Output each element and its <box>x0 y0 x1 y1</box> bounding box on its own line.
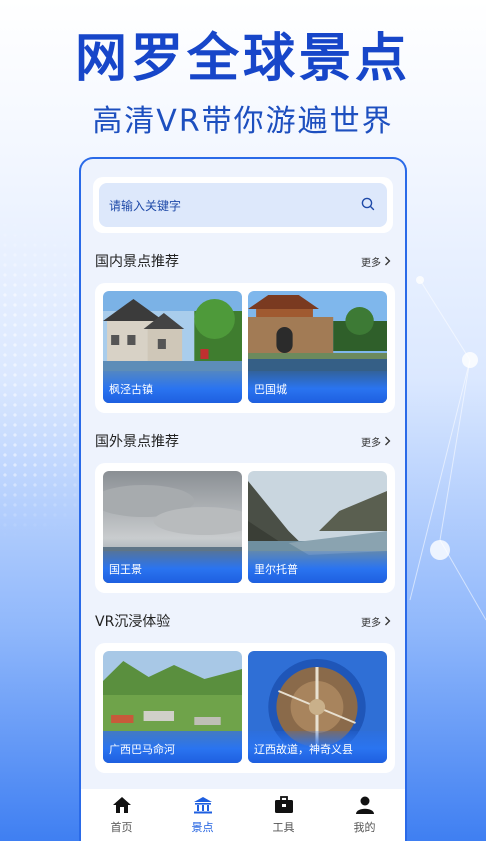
scenic-card[interactable]: 里尔托普 <box>248 471 387 583</box>
tab-profile[interactable]: 我的 <box>324 789 405 841</box>
tab-label: 景点 <box>191 821 214 834</box>
tab-scenic[interactable]: 景点 <box>162 789 243 841</box>
tab-label: 首页 <box>110 821 133 834</box>
section-title: 国外景点推荐 <box>95 434 179 450</box>
more-link[interactable]: 更多 <box>361 254 391 269</box>
more-link[interactable]: 更多 <box>361 614 391 629</box>
more-label: 更多 <box>361 437 381 449</box>
scenic-card[interactable]: 广西巴马命河 <box>103 651 242 763</box>
tab-label: 工具 <box>272 821 295 834</box>
landmark-icon <box>193 797 212 814</box>
bottom-tab-bar: 首页 景点 工具 我的 <box>81 789 405 841</box>
card-caption: 枫泾古镇 <box>103 371 242 403</box>
scenic-card[interactable]: 枫泾古镇 <box>103 291 242 403</box>
card-caption: 广西巴马命河 <box>103 731 242 763</box>
section-header-vr: VR沉浸体验 更多 <box>95 611 391 631</box>
card-caption: 国王景 <box>103 551 242 583</box>
tab-home[interactable]: 首页 <box>81 789 162 841</box>
card-panel-overseas: 国王景 里尔托普 <box>95 463 395 593</box>
search-container: 请输入关键字 <box>93 177 393 233</box>
card-panel-domestic: 枫泾古镇 巴国城 <box>95 283 395 413</box>
card-caption: 巴国城 <box>248 371 387 403</box>
chevron-right-icon <box>385 616 391 626</box>
app-preview-frame: 请输入关键字 国内景点推荐 更多 枫泾古镇 巴国城 国外景点推荐 更多 国王景 … <box>79 157 407 841</box>
more-label: 更多 <box>361 257 381 269</box>
card-caption: 辽西故道，神奇义县 <box>248 731 387 763</box>
hero-subtitle: 高清VR带你游遍世界 <box>92 104 394 139</box>
tab-tools[interactable]: 工具 <box>243 789 324 841</box>
scenic-card[interactable]: 辽西故道，神奇义县 <box>248 651 387 763</box>
more-link[interactable]: 更多 <box>361 434 391 449</box>
scenic-card[interactable]: 巴国城 <box>248 291 387 403</box>
hero-title: 网罗全球景点 <box>74 29 411 89</box>
home-icon <box>112 797 131 813</box>
search-input[interactable]: 请输入关键字 <box>99 183 387 227</box>
section-title: VR沉浸体验 <box>95 614 171 630</box>
search-icon[interactable] <box>361 196 375 215</box>
more-label: 更多 <box>361 617 381 629</box>
toolbox-icon <box>274 796 293 813</box>
section-title: 国内景点推荐 <box>95 254 179 270</box>
chevron-right-icon <box>385 256 391 266</box>
tab-label: 我的 <box>353 821 376 834</box>
chevron-right-icon <box>385 436 391 446</box>
card-panel-vr: 广西巴马命河 辽西故道，神奇义县 <box>95 643 395 773</box>
card-caption: 里尔托普 <box>248 551 387 583</box>
scenic-card[interactable]: 国王景 <box>103 471 242 583</box>
search-placeholder: 请输入关键字 <box>109 198 182 213</box>
user-icon <box>355 796 374 814</box>
section-header-overseas: 国外景点推荐 更多 <box>95 431 391 451</box>
section-header-domestic: 国内景点推荐 更多 <box>95 251 391 271</box>
